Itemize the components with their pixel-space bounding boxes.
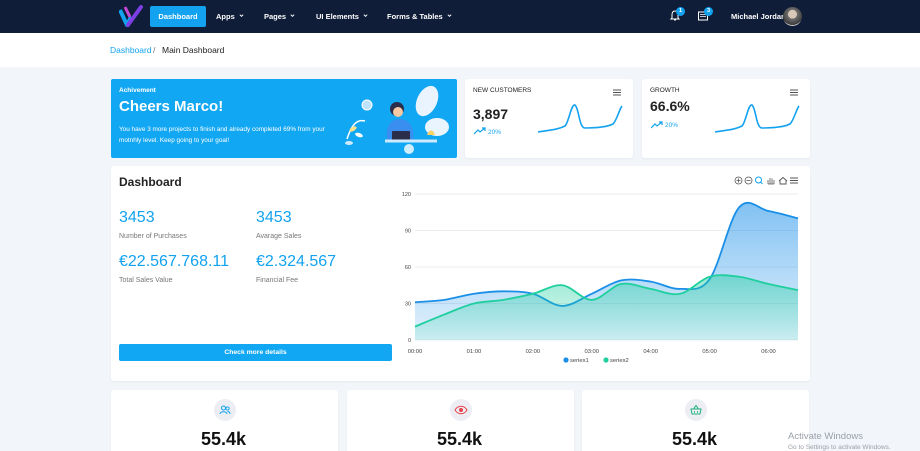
breadcrumb-current: Main Dashboard xyxy=(162,45,225,55)
x-tick-label: 03:00 xyxy=(585,349,600,355)
zoom-in-icon[interactable] xyxy=(734,176,743,185)
growth-sparkline xyxy=(714,104,800,133)
stat-value: 55.4k xyxy=(672,429,718,449)
x-tick-label: 02:00 xyxy=(526,349,541,355)
y-tick-label: 60 xyxy=(405,265,411,271)
magnifier-icon[interactable] xyxy=(755,176,763,185)
metric-label: Number of Purchases xyxy=(119,233,187,240)
nav-label: UI Elements xyxy=(316,12,359,21)
avatar[interactable] xyxy=(783,7,802,26)
x-tick-label: 04:00 xyxy=(643,349,658,355)
metric-label: Total Sales Value xyxy=(119,277,173,284)
breadcrumb-root-link[interactable]: Dashboard xyxy=(110,45,152,55)
legend-label: series1 xyxy=(570,358,589,364)
metric-value: €2.324.567 xyxy=(256,253,337,270)
area-chart: 0 30 60 90 120 00:00 01:00 02:00 03:00 04:00 05:00… xyxy=(402,192,799,364)
new-customers-label: NEW CUSTOMERS xyxy=(473,87,532,94)
y-tick-label: 30 xyxy=(405,302,411,308)
y-tick-label: 90 xyxy=(405,229,411,235)
x-tick-label: 06:00 xyxy=(761,349,776,355)
eye-icon xyxy=(454,405,468,415)
working-person-illustration xyxy=(345,85,449,154)
new-customers-sparkline xyxy=(537,104,623,133)
dashboard-title: Dashboard xyxy=(119,175,182,189)
menu-icon[interactable] xyxy=(790,177,798,184)
basket-icon xyxy=(690,404,702,415)
growth-change: 20% xyxy=(665,122,679,129)
basket-icon-circle xyxy=(685,399,707,421)
achievement-kicker: Achivement xyxy=(119,87,156,94)
series2-area xyxy=(415,275,798,340)
zoom-out-icon[interactable] xyxy=(744,176,753,185)
brand-logo[interactable] xyxy=(119,5,143,28)
x-tick-label: 00:00 xyxy=(408,349,423,355)
x-tick-label: 05:00 xyxy=(702,349,717,355)
legend-marker xyxy=(603,357,609,363)
y-tick-label: 120 xyxy=(402,192,411,198)
user-name[interactable]: Michael Jordan xyxy=(731,0,786,33)
stat-value: 55.4k xyxy=(437,429,483,449)
stat-value: 55.4k xyxy=(201,429,247,449)
nav-item-forms-tables[interactable]: Forms & Tables xyxy=(387,0,452,33)
breadcrumb-separator: / xyxy=(153,45,156,55)
menu-icon[interactable] xyxy=(790,89,798,96)
nav-label: Apps xyxy=(216,12,235,21)
new-customers-change: 20% xyxy=(488,129,502,136)
metric-label: Avarage Sales xyxy=(256,233,302,240)
metric-label: Financial Fee xyxy=(256,277,299,284)
nav-item-ui-elements[interactable]: UI Elements xyxy=(316,0,368,33)
nav-item-apps[interactable]: Apps xyxy=(216,0,244,33)
growth-label: GROWTH xyxy=(650,87,680,94)
metric-value: 3453 xyxy=(119,209,155,226)
legend-marker xyxy=(563,357,569,363)
nav-label: Pages xyxy=(264,12,287,21)
notification-badge: 1 xyxy=(676,7,685,16)
nav-label: Forms & Tables xyxy=(387,12,443,21)
y-tick-label: 0 xyxy=(408,338,411,344)
x-tick-label: 01:00 xyxy=(467,349,482,355)
message-badge: 3 xyxy=(704,7,713,16)
users-icon-circle xyxy=(214,399,236,421)
achievement-text: You have 3 more projects to finish and a… xyxy=(119,126,325,144)
users-icon xyxy=(219,405,231,415)
check-more-details-button[interactable]: Check more details xyxy=(119,344,392,361)
pan-hand-icon[interactable] xyxy=(767,178,775,185)
achievement-title: Cheers Marco! xyxy=(119,98,224,115)
chevron-down-icon xyxy=(239,14,244,18)
metric-value: 3453 xyxy=(256,209,292,226)
metric-value: €22.567.768.11 xyxy=(119,253,230,270)
nav-item-dashboard[interactable]: Dashboard xyxy=(150,6,206,27)
chevron-down-icon xyxy=(290,14,295,18)
achievement-card: Achivement Cheers Marco! You have 3 more… xyxy=(111,79,457,158)
chart-toolbar xyxy=(734,176,798,185)
trending-up-icon xyxy=(474,127,486,135)
legend-label: series2 xyxy=(610,358,629,364)
activate-windows-subtitle: Go to Settings to activate Windows. xyxy=(788,444,891,451)
activate-windows-title: Activate Windows xyxy=(788,431,863,442)
new-customers-value: 3,897 xyxy=(473,106,509,122)
growth-value: 66.6% xyxy=(650,98,690,114)
eye-icon-circle xyxy=(450,399,472,421)
nav-item-pages[interactable]: Pages xyxy=(264,0,295,33)
menu-icon[interactable] xyxy=(613,89,621,96)
chevron-down-icon xyxy=(363,14,368,18)
home-icon[interactable] xyxy=(778,176,788,185)
trending-up-icon xyxy=(651,121,663,129)
chevron-down-icon xyxy=(447,14,452,18)
